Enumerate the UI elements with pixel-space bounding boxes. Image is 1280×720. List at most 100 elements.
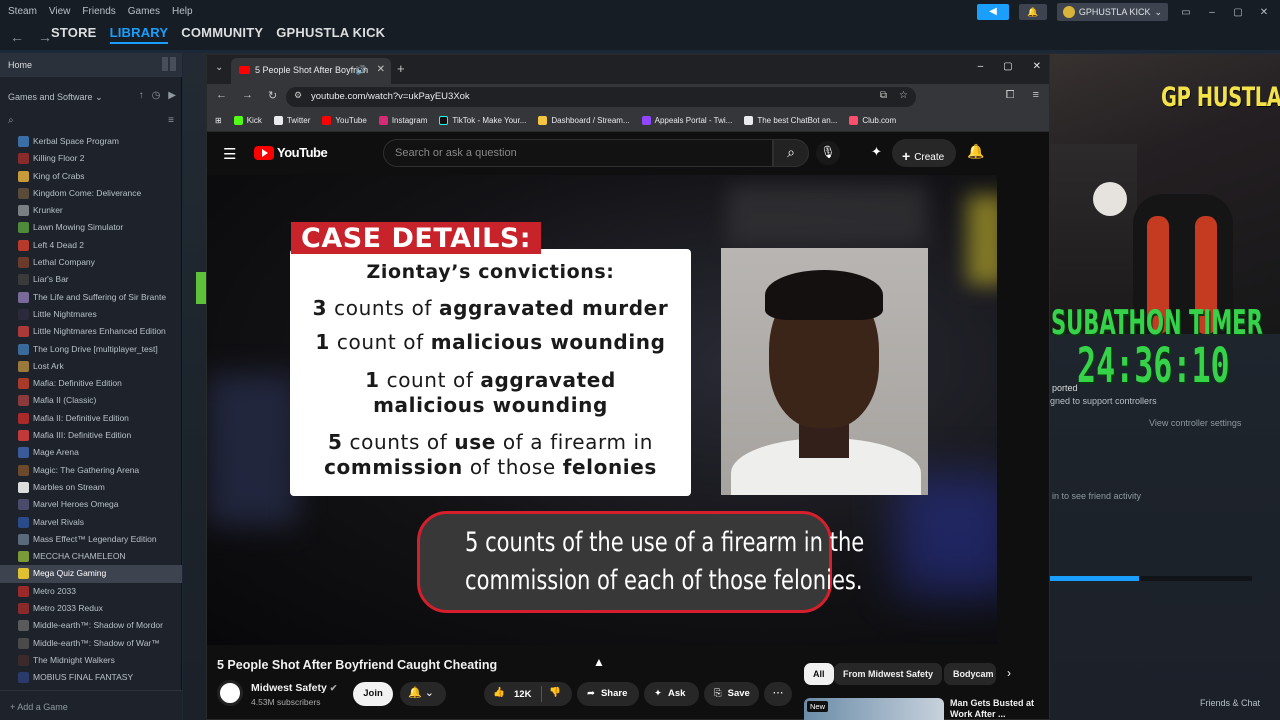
create-button[interactable]: + Create bbox=[892, 139, 956, 167]
list-item[interactable]: Mafia II (Classic) bbox=[0, 392, 182, 409]
list-item[interactable]: Little Nightmares Enhanced Edition bbox=[0, 323, 182, 340]
menu-friends[interactable]: Friends bbox=[82, 6, 115, 17]
list-item[interactable]: Middle-earth™: Shadow of Mordor bbox=[0, 617, 182, 634]
nav-library[interactable]: LIBRARY bbox=[109, 25, 169, 44]
list-item[interactable]: Left 4 Dead 2 bbox=[0, 237, 182, 254]
list-item[interactable]: Metro 2033 Redux bbox=[0, 600, 182, 617]
list-item[interactable]: Mafia III: Definitive Edition bbox=[0, 427, 182, 444]
library-filter-dropdown[interactable]: Games and Software ⌄ ↑ ◷ ▶ bbox=[0, 87, 182, 107]
channel-name[interactable]: Midwest Safety ✔ bbox=[251, 682, 337, 694]
grid-view-icon[interactable] bbox=[162, 57, 176, 71]
tab-list-icon[interactable]: ⌄ bbox=[215, 62, 223, 73]
bookmark-appeals[interactable]: Appeals Portal - Twi... bbox=[641, 116, 732, 125]
list-item[interactable]: Marvel Rivals bbox=[0, 514, 182, 531]
list-item[interactable]: MOBIUS FINAL FANTASY bbox=[0, 669, 182, 686]
monitor-icon[interactable]: ▭ bbox=[1178, 7, 1194, 18]
list-item[interactable]: The Midnight Walkers bbox=[0, 652, 182, 669]
menu-view[interactable]: View bbox=[49, 6, 71, 17]
tab-youtube[interactable]: 5 People Shot After Boyfrien 🔊 ✕ bbox=[231, 58, 391, 84]
list-item[interactable]: Mafia II: Definitive Edition bbox=[0, 410, 182, 427]
list-item[interactable]: Kerbal Space Program bbox=[0, 133, 182, 150]
more-actions-icon[interactable]: ⋯ bbox=[764, 682, 792, 706]
recommended-thumbnail[interactable]: New bbox=[804, 698, 944, 720]
bookmark-dashboard[interactable]: Dashboard / Stream... bbox=[538, 116, 630, 125]
back-arrow-icon[interactable]: ← bbox=[216, 89, 227, 102]
close-icon[interactable]: ✕ bbox=[1033, 61, 1041, 72]
friends-chat-button[interactable]: Friends & Chat bbox=[1200, 698, 1260, 708]
like-count[interactable]: 12K bbox=[514, 689, 531, 700]
minimize-icon[interactable]: – bbox=[1204, 7, 1220, 18]
list-item[interactable]: Lethal Company bbox=[0, 254, 182, 271]
reload-icon[interactable]: ↻ bbox=[268, 89, 277, 102]
thumbs-down-icon[interactable]: 👎 bbox=[549, 687, 561, 698]
close-icon[interactable]: ✕ bbox=[1256, 7, 1272, 18]
recommended-title[interactable]: Man Gets Busted at Work After ... bbox=[950, 698, 1040, 720]
menu-help[interactable]: Help bbox=[172, 6, 193, 17]
bookmark-chatbot[interactable]: The best ChatBot an... bbox=[744, 116, 837, 125]
join-button[interactable]: Join bbox=[353, 682, 393, 706]
microphone-icon[interactable]: 🎙 bbox=[816, 141, 840, 165]
list-item[interactable]: King of Crabs bbox=[0, 168, 182, 185]
filter-icon[interactable]: ≡ bbox=[168, 115, 174, 126]
site-info-icon[interactable]: ⚙ bbox=[294, 90, 302, 101]
chip-bodycam[interactable]: Bodycam bbox=[944, 663, 996, 685]
notification-icon[interactable]: 🔔 bbox=[1018, 4, 1047, 20]
menu-steam[interactable]: Steam bbox=[8, 6, 37, 17]
video-player[interactable]: Ziontay’s convictions: 3 counts of aggra… bbox=[207, 175, 997, 645]
ask-button[interactable]: ✦ Ask bbox=[644, 682, 699, 706]
share-button[interactable]: ➦ Share bbox=[577, 682, 639, 706]
view-controller-settings-link[interactable]: View controller settings bbox=[1149, 418, 1241, 428]
bookmark-instagram[interactable]: Instagram bbox=[378, 116, 427, 125]
list-item[interactable]: Killing Floor 2 bbox=[0, 150, 182, 167]
list-item[interactable]: MECCHA CHAMELEON bbox=[0, 548, 182, 565]
media-controls-icon[interactable]: ≡ bbox=[1033, 89, 1039, 102]
extensions-icon[interactable]: ⧠ bbox=[1006, 89, 1015, 102]
chip-from-channel[interactable]: From Midwest Safety bbox=[834, 663, 943, 685]
user-menu[interactable]: GPHUSTLA KICK ⌄ bbox=[1056, 3, 1168, 21]
list-item[interactable]: Mass Effect™ Legendary Edition bbox=[0, 531, 182, 548]
notifications-bell-icon[interactable]: 🔔 bbox=[967, 143, 984, 160]
speaker-icon[interactable]: 🔊 bbox=[356, 65, 367, 76]
bookmark-star-icon[interactable]: ☆ bbox=[899, 90, 908, 101]
save-button[interactable]: ⎘ Save bbox=[704, 682, 759, 706]
maximize-icon[interactable]: ▢ bbox=[1230, 7, 1246, 18]
list-item[interactable]: Lawn Mowing Simulator bbox=[0, 219, 182, 236]
library-search[interactable]: ⌕ ≡ bbox=[0, 111, 182, 131]
apps-grid-icon[interactable]: ⊞ bbox=[215, 116, 222, 125]
list-item[interactable]: The Long Drive [multiplayer_test] bbox=[0, 341, 182, 358]
recent-clock-icon[interactable]: ◷ bbox=[152, 90, 161, 101]
ai-sparkle-icon[interactable]: ✦ bbox=[871, 144, 882, 160]
broadcast-icon[interactable]: ◀ bbox=[976, 4, 1009, 20]
minimize-icon[interactable]: – bbox=[978, 61, 984, 72]
bookmark-twitter[interactable]: Twitter bbox=[273, 116, 310, 125]
nav-community[interactable]: COMMUNITY bbox=[181, 25, 263, 44]
bookmark-youtube[interactable]: YouTube bbox=[322, 116, 367, 125]
back-arrow-icon[interactable]: ← bbox=[10, 29, 24, 45]
list-item[interactable]: Kingdom Come: Deliverance bbox=[0, 185, 182, 202]
sort-icon[interactable]: ↑ bbox=[139, 90, 144, 101]
subscription-bell-button[interactable]: 🔔 ⌄ bbox=[400, 682, 446, 706]
list-item[interactable]: Metro 2033 bbox=[0, 583, 182, 600]
add-game-button[interactable]: + Add a Game bbox=[0, 690, 182, 720]
play-button-edge[interactable] bbox=[196, 272, 206, 304]
sidebar-home[interactable]: Home bbox=[0, 53, 182, 77]
list-item[interactable]: Liar's Bar bbox=[0, 271, 182, 288]
list-item[interactable]: Mafia: Definitive Edition bbox=[0, 375, 182, 392]
list-item[interactable]: The Life and Suffering of Sir Brante bbox=[0, 289, 182, 306]
maximize-icon[interactable]: ▢ bbox=[1003, 61, 1012, 72]
bookmark-kick[interactable]: Kick bbox=[233, 116, 262, 125]
close-tab-icon[interactable]: ✕ bbox=[377, 64, 385, 75]
hamburger-menu-icon[interactable]: ☰ bbox=[223, 145, 236, 163]
list-item[interactable]: Krunker bbox=[0, 202, 182, 219]
nav-store[interactable]: STORE bbox=[51, 25, 97, 44]
play-circle-icon[interactable]: ▶ bbox=[168, 90, 176, 101]
nav-profile[interactable]: GPHUSTLA KICK bbox=[276, 25, 385, 44]
list-item[interactable]: Lost Ark bbox=[0, 358, 182, 375]
list-item[interactable]: Mage Arena bbox=[0, 444, 182, 461]
address-bar[interactable]: ⚙ youtube.com/watch?v=ukPayEU3Xok ⧉ ☆ bbox=[286, 87, 916, 107]
bookmark-club[interactable]: Club.com bbox=[849, 116, 896, 125]
list-item[interactable]: Middle-earth™: Shadow of War™ bbox=[0, 635, 182, 652]
cast-icon[interactable]: ⧉ bbox=[880, 90, 887, 101]
forward-arrow-icon[interactable]: → bbox=[38, 29, 52, 45]
search-icon[interactable]: ⌕ bbox=[773, 139, 809, 167]
